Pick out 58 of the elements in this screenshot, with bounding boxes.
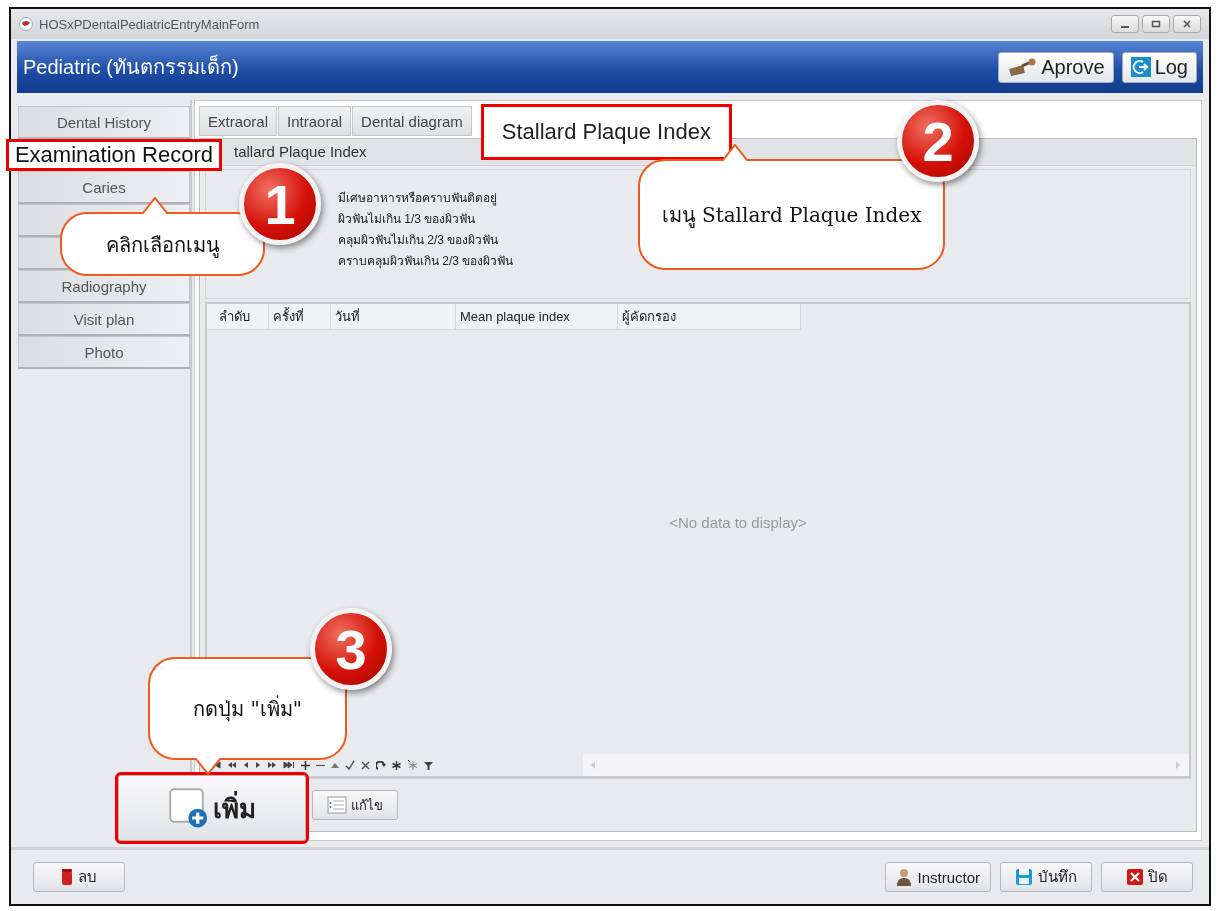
tab[interactable]: Extraoral	[199, 106, 278, 136]
refresh-icon[interactable]	[376, 760, 386, 770]
add-button[interactable]: เพิ่ม	[118, 775, 306, 841]
sparkle-icon[interactable]	[407, 760, 418, 770]
sidebar-item[interactable]: Examination Record	[6, 139, 222, 171]
next-record-icon[interactable]	[255, 761, 261, 769]
callout-text: กดปุ่ม "เพิ่ม"	[193, 694, 302, 724]
sidebar-item[interactable]: Dental History	[18, 106, 190, 139]
empty-message: <No data to display>	[669, 513, 807, 531]
instructor-button[interactable]: Instructor	[885, 862, 991, 892]
stamp-icon	[1007, 57, 1038, 77]
minimize-button[interactable]	[1111, 15, 1139, 33]
column-header[interactable]: วันที่	[331, 304, 456, 330]
trash-icon	[61, 869, 73, 885]
next-page-icon[interactable]	[267, 761, 277, 769]
first-record-icon[interactable]	[213, 761, 221, 769]
up-triangle-icon[interactable]	[331, 762, 339, 768]
tab[interactable]: Intraoral	[278, 106, 352, 136]
previous-page-icon[interactable]	[227, 761, 237, 769]
add-page-icon	[168, 788, 209, 828]
form-title: Pediatric (ทันตกรรมเด็ก)	[23, 53, 239, 80]
callout-text: คลิกเลือกเมนู	[105, 231, 220, 260]
last-record-icon[interactable]	[283, 761, 295, 769]
edit-button[interactable]: แก้ไข	[312, 790, 398, 820]
close-icon	[1126, 869, 1143, 885]
window-title: HOSxPDentalPediatricEntryMainForm	[39, 16, 260, 32]
filter-icon[interactable]	[424, 760, 433, 770]
list-icon	[327, 795, 347, 815]
save-button[interactable]: บันทึก	[1000, 862, 1092, 892]
column-header[interactable]: ผู้คัดกรอง	[618, 304, 801, 330]
sidebar-item[interactable]: Photo	[18, 336, 190, 369]
maximize-icon	[1151, 20, 1161, 28]
column-header[interactable]: ครั้งที่	[269, 304, 331, 330]
legend-text: คลุมผิวฟันไม่เกิน 2/3 ของผิวฟัน	[338, 232, 499, 250]
app-logo-icon	[19, 17, 33, 31]
close-button[interactable]	[1173, 15, 1201, 33]
legend-text: คราบคลุมผิวฟันเกิน 2/3 ของผิวฟัน	[338, 253, 514, 271]
tab[interactable]: Dental diagram	[352, 106, 472, 136]
legend-text: มีเศษอาหารหรือคราบฟันติดอยู่	[338, 190, 497, 208]
callout-text: เมนู Stallard Plaque Index	[661, 202, 922, 230]
tab[interactable]: Stallard Plaque Index	[480, 104, 732, 160]
person-icon	[896, 868, 913, 886]
sidebar-item[interactable]: Caries	[18, 171, 190, 204]
delete-button[interactable]: ลบ	[33, 862, 125, 892]
checkmark-icon[interactable]	[345, 760, 355, 770]
legend-text: ผิวฟันไม่เกิน 1/3 ของผิวฟัน	[338, 211, 476, 228]
sidebar-item[interactable]: Visit plan	[18, 303, 190, 336]
log-button[interactable]: Log	[1121, 51, 1197, 83]
maximize-button[interactable]	[1142, 15, 1170, 33]
asterisk-icon[interactable]	[392, 760, 401, 770]
cross-icon[interactable]	[361, 760, 370, 770]
exit-icon	[1130, 57, 1151, 77]
approve-button[interactable]: Aprove	[998, 51, 1114, 83]
close-icon	[1182, 20, 1192, 28]
previous-record-icon[interactable]	[243, 761, 249, 769]
column-header[interactable]: Mean plaque index	[456, 304, 618, 330]
column-header[interactable]: ลำดับ	[207, 304, 269, 330]
close-form-button[interactable]: ปิด	[1101, 862, 1193, 892]
